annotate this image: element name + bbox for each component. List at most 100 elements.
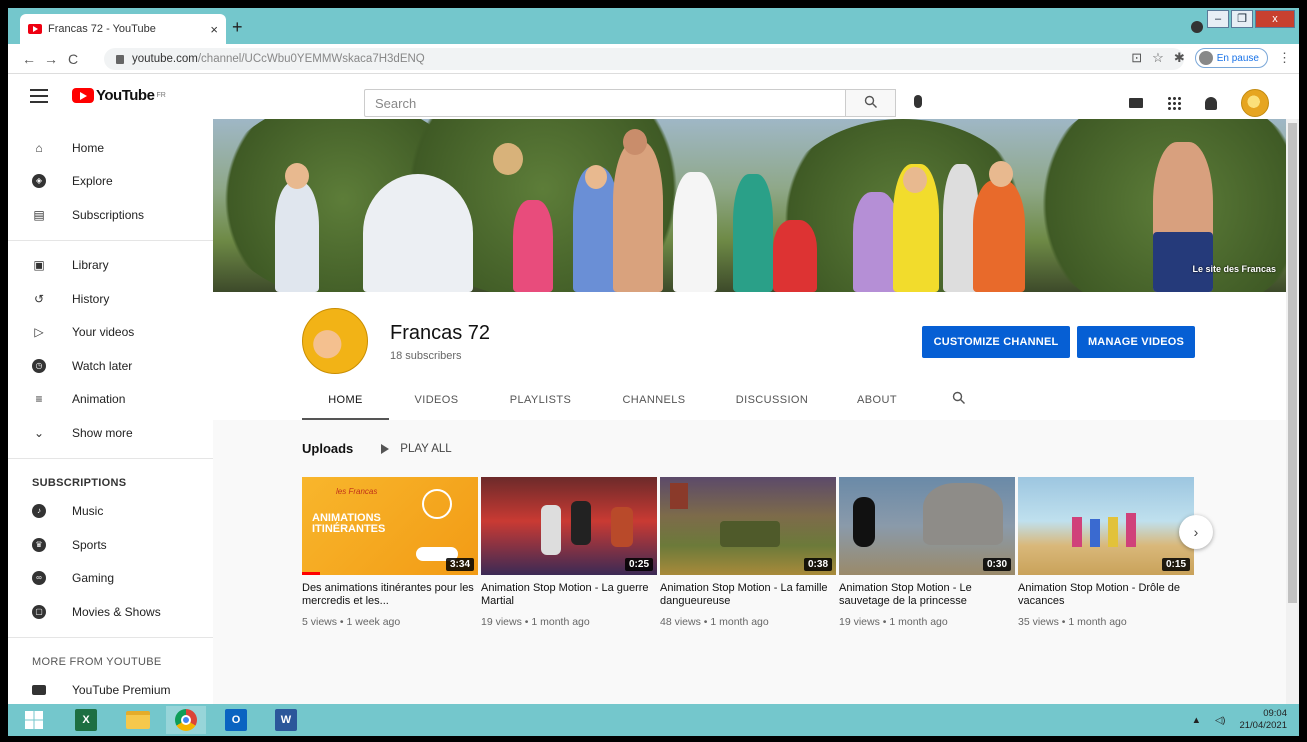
tray-overflow-arrow[interactable]: ▲ (1192, 715, 1201, 726)
sidebar-item-label: Animation (72, 392, 126, 407)
sidebar-item-subscriptions[interactable]: ▤ Subscriptions (8, 198, 213, 232)
clock[interactable]: 09:04 21/04/2021 (1239, 708, 1287, 732)
video-card[interactable]: 0:30 Animation Stop Motion - Le sauvetag… (839, 477, 1015, 628)
taskbar-word[interactable]: W (266, 706, 306, 734)
extensions-puzzle-icon[interactable]: ✱ (1174, 50, 1185, 66)
taskbar-outlook[interactable]: O (216, 706, 256, 734)
watch-progress-bar (302, 572, 320, 575)
excel-icon: X (75, 709, 97, 731)
microphone-icon[interactable] (914, 95, 922, 108)
uploads-heading[interactable]: Uploads (302, 441, 353, 456)
next-arrow-button[interactable]: › (1179, 515, 1213, 549)
tab-strip: Francas 72 - YouTube × + – ❐ x (8, 8, 1299, 44)
video-card[interactable]: les Francas ANIMATIONS ITINÉRANTES 3:34 … (302, 477, 478, 628)
search-button[interactable] (846, 89, 896, 117)
video-thumbnail[interactable]: 0:25 (481, 477, 657, 575)
browser-account-icon[interactable] (1191, 21, 1203, 33)
sidebar-item-label: History (72, 291, 110, 306)
region-code: FR (156, 92, 166, 99)
sidebar-item-explore[interactable]: ◈ Explore (8, 165, 213, 199)
browser-tab[interactable]: Francas 72 - YouTube × (20, 14, 226, 44)
volume-icon[interactable]: ◁) (1215, 715, 1225, 726)
start-button[interactable] (14, 706, 54, 734)
sidebar-item-label: Home (72, 140, 105, 155)
sidebar-item-label: Movies & Shows (72, 604, 161, 619)
tab-discussion[interactable]: DISCUSSION (711, 386, 833, 420)
page-scrollbar[interactable] (1286, 119, 1299, 704)
sidebar-item-sports[interactable]: ♛ Sports (8, 528, 213, 562)
hamburger-menu-icon[interactable] (30, 89, 48, 107)
taskbar-file-explorer[interactable] (118, 706, 158, 734)
video-title[interactable]: Animation Stop Motion - La famille dangu… (660, 582, 836, 610)
sidebar-item-history[interactable]: ↺ History (8, 282, 213, 316)
sidebar-item-show-more[interactable]: ⌄ Show more (8, 416, 213, 450)
youtube-logo[interactable]: YouTube FR (72, 87, 166, 104)
account-avatar[interactable] (1241, 89, 1269, 117)
word-icon: W (275, 709, 297, 731)
back-arrow-icon[interactable]: ← (18, 51, 40, 67)
sidebar-item-label: YouTube Premium (72, 683, 171, 698)
browser-menu-icon[interactable]: ⋮ (1278, 50, 1291, 66)
tab-home[interactable]: HOME (302, 386, 389, 420)
video-thumbnail[interactable]: 0:38 (660, 477, 836, 575)
sidebar-item-animation[interactable]: ≡ Animation (8, 383, 213, 417)
manage-videos-button[interactable]: MANAGE VIDEOS (1077, 326, 1195, 358)
close-window-button[interactable]: x (1255, 10, 1295, 28)
channel-main: Le site des Francas Francas 72 18 subscr… (213, 119, 1286, 704)
bookmark-star-icon[interactable]: ☆ (1152, 50, 1164, 66)
customize-channel-button[interactable]: CUSTOMIZE CHANNEL (922, 326, 1070, 358)
sidebar-item-home[interactable]: ⌂ Home (8, 131, 213, 165)
sidebar-item-library[interactable]: ▣ Library (8, 249, 213, 283)
reload-icon[interactable]: C (62, 51, 84, 67)
video-thumbnail[interactable]: les Francas ANIMATIONS ITINÉRANTES 3:34 (302, 477, 478, 575)
trophy-icon: ♛ (32, 537, 46, 552)
youtube-masthead: YouTube FR Search (8, 75, 1299, 119)
scrollbar-thumb[interactable] (1288, 123, 1297, 603)
video-meta: 35 views • 1 month ago (1018, 616, 1127, 628)
video-title[interactable]: Animation Stop Motion - Le sauvetage de … (839, 582, 1015, 610)
banner-watermark: Le site des Francas (1192, 264, 1276, 274)
play-all-button[interactable]: PLAY ALL (381, 443, 452, 455)
sidebar-item-music[interactable]: ♪ Music (8, 495, 213, 529)
youtube-play-icon (72, 88, 94, 103)
tab-channels[interactable]: CHANNELS (597, 386, 711, 420)
video-duration: 0:15 (1161, 558, 1190, 571)
new-tab-button[interactable]: + (232, 17, 243, 38)
url-field[interactable]: youtube.com/channel/UCcWbu0YEMMWskaca7H3… (104, 48, 1184, 70)
notifications-bell-icon[interactable] (1205, 96, 1217, 110)
video-title[interactable]: Animation Stop Motion - Drôle de vacance… (1018, 582, 1194, 610)
video-card[interactable]: 0:15 Animation Stop Motion - Drôle de va… (1018, 477, 1194, 628)
apps-grid-icon[interactable] (1167, 96, 1181, 110)
tab-close-icon[interactable]: × (210, 22, 218, 37)
video-card[interactable]: 0:25 Animation Stop Motion - La guerre M… (481, 477, 657, 628)
sidebar-item-movies-shows[interactable]: ▢ Movies & Shows (8, 595, 213, 629)
sidebar-item-label: Library (72, 258, 109, 273)
forward-arrow-icon[interactable]: → (40, 51, 62, 67)
search-input[interactable]: Search (364, 89, 846, 117)
video-thumbnail[interactable]: 0:30 (839, 477, 1015, 575)
profile-button[interactable]: En pause (1194, 48, 1268, 68)
profile-avatar (1198, 51, 1213, 65)
video-title[interactable]: Animation Stop Motion - La guerre Martia… (481, 582, 657, 610)
channel-tabs: HOME VIDEOS PLAYLISTS CHANNELS DISCUSSIO… (302, 386, 921, 420)
sidebar-item-watch-later[interactable]: ◷ Watch later (8, 349, 213, 383)
video-thumbnail[interactable]: 0:15 (1018, 477, 1194, 575)
tab-videos[interactable]: VIDEOS (389, 386, 484, 420)
sidebar-item-label: Your videos (72, 325, 135, 340)
sidebar-item-youtube-premium[interactable]: YouTube Premium (8, 674, 213, 705)
taskbar-chrome[interactable] (166, 706, 206, 734)
sidebar-item-gaming[interactable]: ∞ Gaming (8, 562, 213, 596)
tab-about[interactable]: ABOUT (833, 386, 921, 420)
install-app-icon[interactable]: ⊡ (1131, 50, 1142, 66)
music-icon: ♪ (32, 504, 46, 519)
video-title[interactable]: Des animations itinérantes pour les merc… (302, 582, 478, 610)
windows-logo-icon (25, 711, 43, 729)
create-video-icon[interactable] (1129, 98, 1143, 108)
channel-search-icon[interactable] (952, 391, 966, 405)
taskbar-excel[interactable]: X (66, 706, 106, 734)
video-card[interactable]: 0:38 Animation Stop Motion - La famille … (660, 477, 836, 628)
restore-button[interactable]: ❐ (1231, 10, 1253, 28)
minimize-button[interactable]: – (1207, 10, 1229, 28)
sidebar-item-your-videos[interactable]: ▷ Your videos (8, 316, 213, 350)
tab-playlists[interactable]: PLAYLISTS (484, 386, 597, 420)
